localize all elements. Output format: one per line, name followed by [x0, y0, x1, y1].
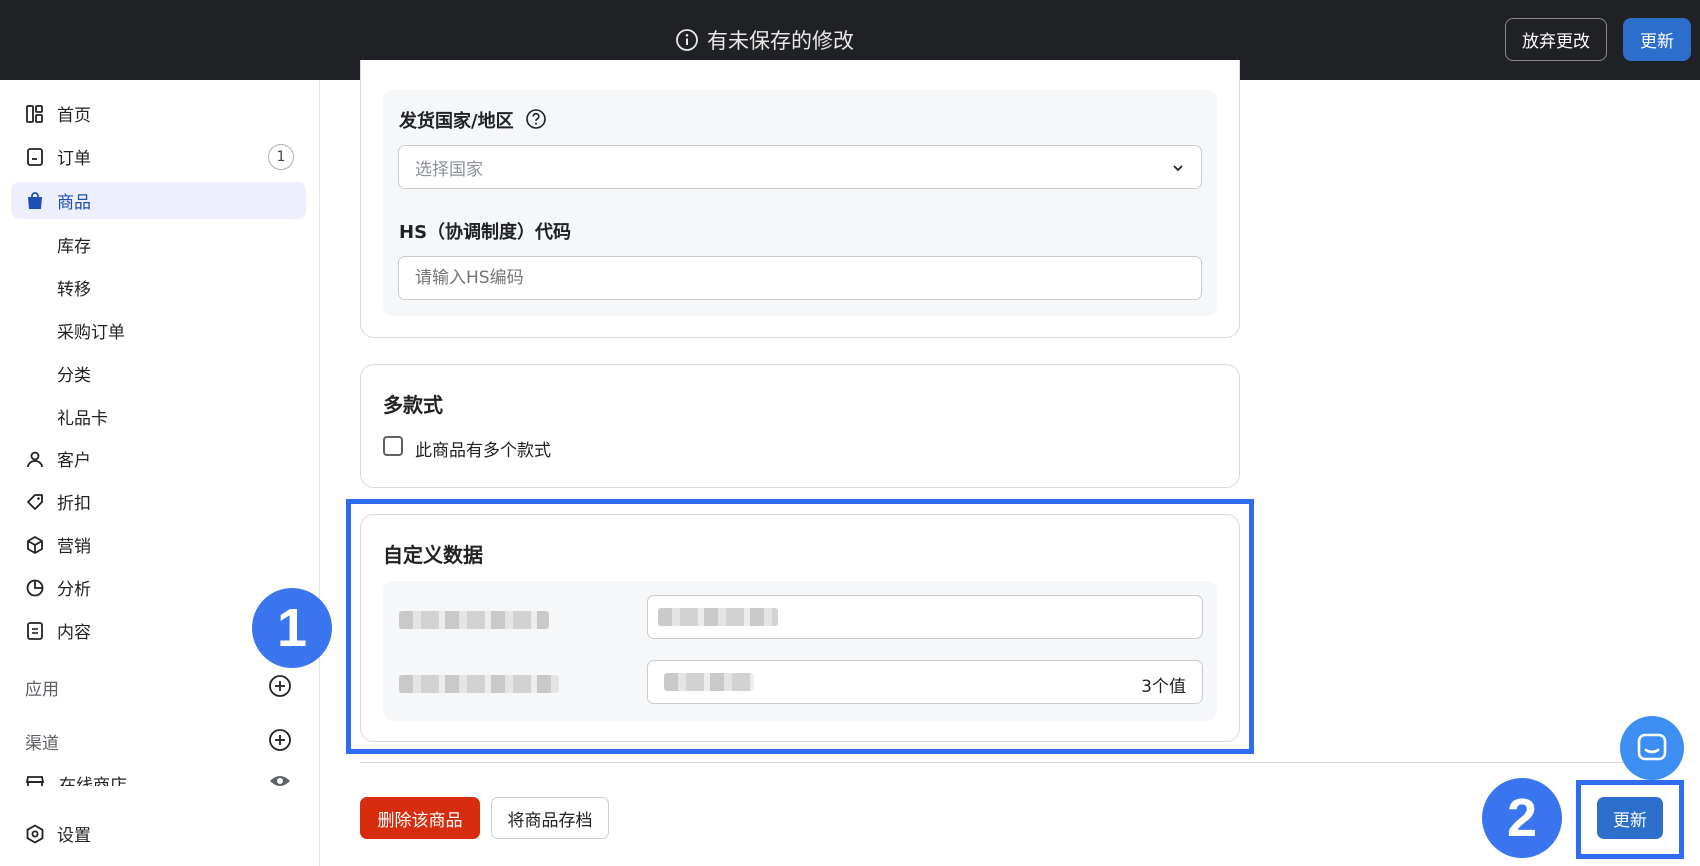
unsaved-status: 有未保存的修改 — [675, 24, 854, 56]
orders-icon — [27, 148, 43, 166]
customs-info-panel: 发货国家/地区 选择国家 HS（协调制度）代码 — [383, 90, 1217, 316]
sidebar-item-label: 客户 — [57, 451, 91, 471]
add-app-icon[interactable] — [268, 674, 292, 698]
country-select[interactable]: 选择国家 — [398, 145, 1202, 189]
sidebar-item-label: 分析 — [57, 580, 91, 600]
variants-card: 多款式 此商品有多个款式 — [360, 364, 1240, 488]
country-label: 发货国家/地区 — [399, 111, 514, 132]
sidebar-subitem-purchase-orders[interactable]: 采购订单 — [57, 318, 125, 343]
sidebar-subitem-inventory[interactable]: 库存 — [57, 232, 91, 257]
sidebar: 首页 订单 1 商品 库存 转移 采购订单 分类 礼品卡 客户 折扣 营销 分析… — [0, 80, 320, 866]
chevron-down-icon — [1173, 165, 1183, 172]
sidebar-item-label: 内容 — [57, 623, 91, 643]
step-marker-2: 2 — [1482, 778, 1562, 858]
shipping-card: 发货国家/地区 选择国家 HS（协调制度）代码 — [360, 60, 1240, 338]
archive-product-button[interactable]: 将商品存档 — [491, 797, 609, 839]
multiple-variants-checkbox[interactable] — [383, 436, 403, 456]
sidebar-item-label: 折扣 — [57, 494, 91, 514]
sidebar-item-label: 商品 — [57, 193, 91, 213]
gear-icon — [26, 824, 44, 844]
sidebar-section-channels: 渠道 — [25, 734, 59, 754]
metafields-highlight — [346, 499, 1254, 754]
delete-product-button[interactable]: 删除该商品 — [360, 797, 480, 839]
help-icon[interactable] — [525, 108, 547, 130]
discard-changes-button[interactable]: 放弃更改 — [1505, 18, 1607, 61]
sidebar-item-products[interactable]: 商品 — [11, 182, 306, 219]
country-select-placeholder: 选择国家 — [415, 159, 483, 180]
update-button-top[interactable]: 更新 — [1623, 18, 1691, 61]
sidebar-item-marketing[interactable]: 营销 — [11, 526, 306, 563]
analytics-icon — [26, 579, 44, 597]
sidebar-subitem-gift-cards[interactable]: 礼品卡 — [57, 404, 108, 429]
hs-code-label: HS（协调制度）代码 — [399, 222, 572, 243]
tag-icon — [27, 494, 43, 510]
sidebar-section-apps: 应用 — [25, 680, 59, 700]
multiple-variants-label: 此商品有多个款式 — [415, 441, 551, 461]
sidebar-subitem-collections[interactable]: 分类 — [57, 361, 91, 386]
info-icon — [676, 29, 698, 51]
sidebar-item-online-store[interactable]: 在线商店 — [11, 770, 306, 786]
sidebar-subitem-transfers[interactable]: 转移 — [57, 275, 91, 300]
orders-count-badge: 1 — [268, 144, 294, 170]
sidebar-item-orders[interactable]: 订单 1 — [11, 138, 306, 175]
hs-code-input[interactable] — [398, 256, 1202, 300]
sidebar-item-label: 订单 — [57, 149, 91, 169]
unsaved-status-text: 有未保存的修改 — [707, 29, 854, 53]
chat-icon — [1637, 733, 1667, 761]
variants-title: 多款式 — [383, 393, 443, 417]
marketing-icon — [27, 536, 43, 554]
products-icon — [28, 192, 42, 209]
sidebar-item-label: 在线商店 — [59, 776, 127, 786]
sidebar-item-settings[interactable]: 设置 — [11, 815, 306, 852]
content-icon — [27, 622, 43, 640]
add-channel-icon[interactable] — [268, 728, 292, 752]
customer-icon — [27, 451, 43, 468]
sidebar-item-home[interactable]: 首页 — [11, 95, 306, 132]
sidebar-item-discounts[interactable]: 折扣 — [11, 483, 306, 520]
update-button-bottom[interactable]: 更新 — [1597, 797, 1663, 839]
sidebar-item-label: 设置 — [57, 826, 91, 846]
step-marker-1: 1 — [252, 588, 332, 668]
footer-divider — [360, 762, 1680, 763]
home-icon — [26, 105, 43, 123]
sidebar-item-customers[interactable]: 客户 — [11, 440, 306, 477]
sidebar-item-label: 首页 — [57, 106, 91, 126]
chat-launcher-button[interactable] — [1620, 716, 1684, 780]
sidebar-item-label: 营销 — [57, 537, 91, 557]
eye-icon[interactable] — [269, 773, 291, 786]
store-icon — [25, 776, 45, 786]
